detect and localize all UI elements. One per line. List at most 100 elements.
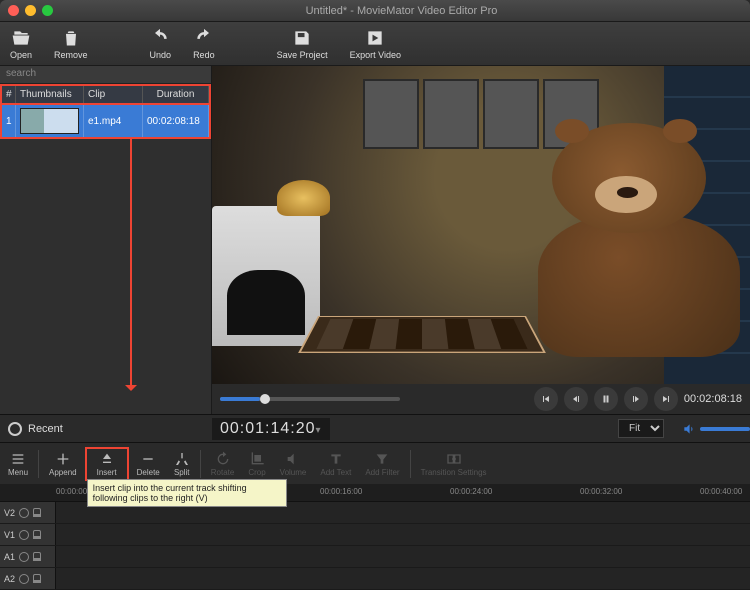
minus-icon <box>140 451 156 467</box>
row-index: 1 <box>2 105 16 137</box>
track-row[interactable]: A1 <box>0 546 750 568</box>
skip-end-icon <box>660 393 672 405</box>
playlist-panel: search # Thumbnails Clip Duration 1 e1.m… <box>0 66 212 414</box>
save-project-button[interactable]: Save Project <box>277 28 328 60</box>
split-button[interactable]: Split <box>168 449 196 479</box>
tracks: V2 V1 A1 A2 <box>0 502 750 590</box>
insert-down-icon <box>99 451 115 467</box>
eye-icon[interactable] <box>19 508 29 518</box>
zoom-fit-select[interactable]: Fit <box>618 419 664 438</box>
track-body[interactable] <box>56 524 750 545</box>
ruler-tick: 00:00:32:00 <box>580 487 622 496</box>
rotate-button[interactable]: Rotate <box>205 449 241 479</box>
app-window: Untitled* - MovieMator Video Editor Pro … <box>0 0 750 590</box>
minimize-window-icon[interactable] <box>25 5 36 16</box>
delete-label: Delete <box>137 468 160 477</box>
upper-panel: search # Thumbnails Clip Duration 1 e1.m… <box>0 66 750 414</box>
timeline-toolbar: Menu Append Insert Insert clip into the … <box>0 442 750 484</box>
remove-button[interactable]: Remove <box>54 28 88 60</box>
menu-label: Menu <box>8 468 28 477</box>
volume-button[interactable]: Volume <box>274 449 313 479</box>
track-label[interactable]: A1 <box>0 546 56 567</box>
append-button[interactable]: Append <box>43 449 83 479</box>
skip-end-button[interactable] <box>654 387 678 411</box>
crop-icon <box>249 451 265 467</box>
export-video-button[interactable]: Export Video <box>350 28 401 60</box>
track-label[interactable]: V1 <box>0 524 56 545</box>
lock-icon[interactable] <box>33 530 41 539</box>
eye-icon[interactable] <box>19 530 29 540</box>
track-row[interactable]: V1 <box>0 524 750 546</box>
seek-slider[interactable] <box>220 397 400 401</box>
track-body[interactable] <box>56 546 750 567</box>
track-row[interactable]: A2 <box>0 568 750 590</box>
video-preview[interactable] <box>212 66 750 384</box>
undo-label: Undo <box>150 50 172 60</box>
timecode-value: 00:01:14:20 <box>220 420 316 437</box>
transition-button[interactable]: Transition Settings <box>415 449 493 479</box>
recent-button[interactable]: Recent <box>0 422 212 436</box>
lock-icon[interactable] <box>33 574 41 583</box>
lock-icon[interactable] <box>33 552 41 561</box>
col-index[interactable]: # <box>2 86 16 103</box>
volume-icon <box>682 422 696 436</box>
rotate-icon <box>215 451 231 467</box>
crop-button[interactable]: Crop <box>242 449 271 479</box>
col-clip[interactable]: Clip <box>84 86 143 103</box>
save-label: Save Project <box>277 50 328 60</box>
split-label: Split <box>174 468 190 477</box>
main-toolbar: Open Remove Undo Redo Save Project Expor… <box>0 22 750 66</box>
open-button[interactable]: Open <box>10 28 32 60</box>
track-label[interactable]: A2 <box>0 568 56 589</box>
add-filter-button[interactable]: Add Filter <box>359 449 405 479</box>
eye-icon[interactable] <box>19 552 29 562</box>
trash-icon <box>61 28 81 48</box>
eye-icon[interactable] <box>19 574 29 584</box>
delete-button[interactable]: Delete <box>131 449 166 479</box>
redo-button[interactable]: Redo <box>193 28 215 60</box>
preview-panel: 00:02:08:18 <box>212 66 750 414</box>
col-duration[interactable]: Duration <box>143 86 209 103</box>
insert-highlight: Insert Insert clip into the current trac… <box>85 447 129 481</box>
search-input[interactable]: search <box>0 66 211 84</box>
play-pause-button[interactable] <box>594 387 618 411</box>
volume-control[interactable] <box>682 422 750 436</box>
transition-label: Transition Settings <box>421 468 487 477</box>
export-label: Export Video <box>350 50 401 60</box>
transition-icon <box>446 451 462 467</box>
insert-button[interactable]: Insert <box>91 449 123 479</box>
menu-button[interactable]: Menu <box>2 449 34 479</box>
clock-icon <box>8 422 22 436</box>
undo-button[interactable]: Undo <box>150 28 172 60</box>
zoom-window-icon[interactable] <box>42 5 53 16</box>
col-thumbnails[interactable]: Thumbnails <box>16 86 84 103</box>
playlist-row[interactable]: 1 e1.mp4 00:02:08:18 <box>0 105 211 139</box>
menu-icon <box>10 451 26 467</box>
close-window-icon[interactable] <box>8 5 19 16</box>
rotate-label: Rotate <box>211 468 235 477</box>
save-icon <box>292 28 312 48</box>
skip-start-button[interactable] <box>534 387 558 411</box>
skip-start-icon <box>540 393 552 405</box>
export-icon <box>365 28 385 48</box>
lock-icon[interactable] <box>33 508 41 517</box>
track-body[interactable] <box>56 568 750 589</box>
window-controls <box>8 5 53 16</box>
next-frame-button[interactable] <box>624 387 648 411</box>
scene-bg <box>212 66 750 384</box>
timecode-display[interactable]: 00:01:14:20▾ <box>212 418 330 440</box>
preview-duration: 00:02:08:18 <box>684 393 742 405</box>
addtext-label: Add Text <box>320 468 351 477</box>
playlist-header: # Thumbnails Clip Duration <box>0 84 211 105</box>
track-label[interactable]: V2 <box>0 502 56 523</box>
ruler-tick: 00:00:24:00 <box>450 487 492 496</box>
checkers-board <box>298 316 545 353</box>
split-icon <box>174 451 190 467</box>
row-duration: 00:02:08:18 <box>143 105 209 137</box>
open-label: Open <box>10 50 32 60</box>
window-title: Untitled* - MovieMator Video Editor Pro <box>61 5 742 17</box>
prev-frame-button[interactable] <box>564 387 588 411</box>
plus-icon <box>55 451 71 467</box>
add-text-button[interactable]: Add Text <box>314 449 357 479</box>
prev-frame-icon <box>570 393 582 405</box>
